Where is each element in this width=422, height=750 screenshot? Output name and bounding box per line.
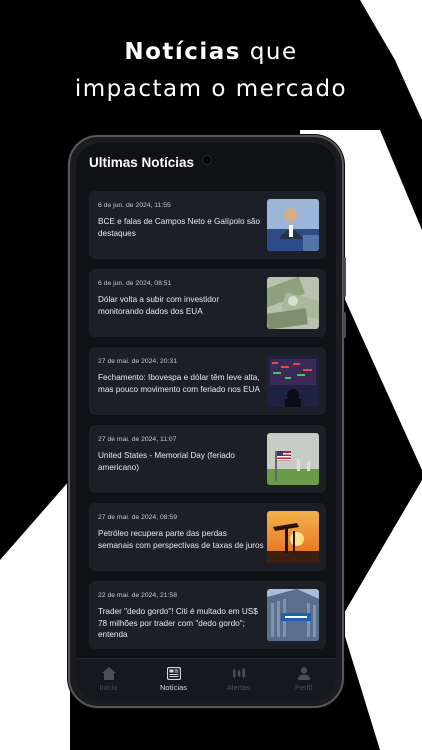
news-list: 6 de jun. de 2024, 11:55 BCE e falas de … <box>89 191 326 659</box>
volume-button <box>343 257 346 297</box>
newspaper-icon <box>166 667 181 680</box>
citibank-photo-icon <box>267 589 319 641</box>
nav-label: Perfil <box>294 683 313 692</box>
phone-screen: Ultimas Notícias 6 de jun. de 2024, 11:5… <box>76 143 336 700</box>
oil-pump-photo-icon <box>267 511 319 563</box>
news-date: 27 de mai. de 2024, 20:31 <box>98 358 177 365</box>
us-flag-photo-icon <box>267 433 319 485</box>
news-date: 6 de jun. de 2024, 11:55 <box>98 202 171 209</box>
promo-headline-line2: impactam o mercado <box>74 76 348 102</box>
news-card[interactable]: 6 de jun. de 2024, 11:55 BCE e falas de … <box>89 191 326 259</box>
front-camera <box>202 155 212 165</box>
news-date: 22 de mai. de 2024, 21:58 <box>98 592 177 599</box>
phone-frame: Ultimas Notícias 6 de jun. de 2024, 11:5… <box>68 135 346 708</box>
screen-title: Ultimas Notícias <box>89 155 195 170</box>
power-button <box>343 312 346 338</box>
news-headline: Trader "dedo gordo"! Citi é multado em U… <box>98 607 258 639</box>
news-card[interactable]: 22 de mai. de 2024, 21:58 Trader "dedo g… <box>89 581 326 649</box>
dollar-bills-photo-icon <box>267 277 319 329</box>
stock-board-photo-icon <box>267 355 319 407</box>
nav-label: Início <box>99 683 118 692</box>
news-card[interactable]: 27 de mai. de 2024, 08:59 Petróleo recup… <box>89 503 326 571</box>
news-date: 27 de mai. de 2024, 11:07 <box>98 436 177 443</box>
news-headline: Dólar volta a subir com investidor monit… <box>98 295 220 316</box>
news-date: 27 de mai. de 2024, 08:59 <box>98 514 177 521</box>
candlestick-icon <box>232 667 245 679</box>
news-card[interactable]: 27 de mai. de 2024, 20:31 Fechamento: Ib… <box>89 347 326 415</box>
user-icon <box>297 667 310 680</box>
promo-headline: Notícias que impactam o mercado <box>0 34 422 108</box>
news-headline: Petróleo recupera parte das perdas seman… <box>98 529 264 550</box>
nav-label: Notícias <box>159 683 188 692</box>
news-card[interactable]: 6 de jun. de 2024, 08:51 Dólar volta a s… <box>89 269 326 337</box>
promo-headline-bold: Notícias <box>124 39 242 65</box>
news-card[interactable]: 27 de mai. de 2024, 11:07 United States … <box>89 425 326 493</box>
news-headline: BCE e falas de Campos Neto e Galípolo sã… <box>98 217 261 238</box>
nav-item-alerts[interactable]: Alertas <box>206 659 271 700</box>
news-headline: Fechamento: Ibovespa e dólar têm leve al… <box>98 373 261 394</box>
news-headline: United States - Memorial Day (feriado am… <box>98 451 235 472</box>
speaker-photo-icon <box>267 199 319 251</box>
nav-item-profile[interactable]: Perfil <box>271 659 336 700</box>
home-icon <box>101 667 116 680</box>
nav-item-news[interactable]: Notícias <box>141 659 206 700</box>
nav-label: Alertas <box>226 683 251 692</box>
nav-item-home[interactable]: Início <box>76 659 141 700</box>
bottom-nav: Início Notícias Alertas Perfil <box>76 658 336 700</box>
promo-headline-rest: que <box>241 39 298 65</box>
news-date: 6 de jun. de 2024, 08:51 <box>98 280 172 287</box>
